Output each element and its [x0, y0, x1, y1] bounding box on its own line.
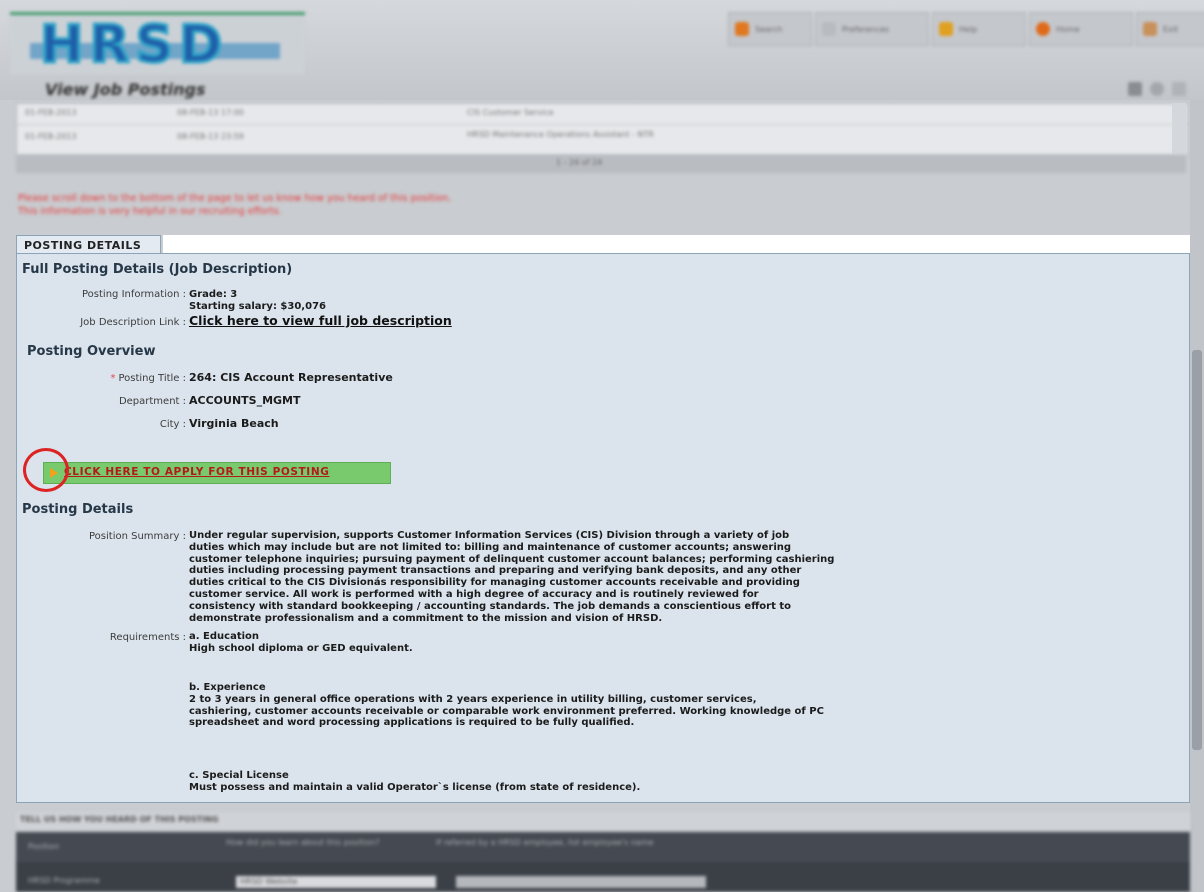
license-heading: c. Special License: [189, 770, 289, 781]
posting-details-panel: Full Posting Details (Job Description) P…: [16, 253, 1190, 803]
exit-icon: [1143, 22, 1157, 36]
summary-line: duties which may include but are not lim…: [189, 541, 792, 553]
source-panel: Position How did you learn about this po…: [16, 832, 1190, 892]
position-hint: How did you learn about this position?: [226, 838, 380, 847]
source-select[interactable]: HRSD Website: [236, 876, 436, 888]
summary-line: consistency with standard bookkeeping / …: [189, 600, 792, 612]
help-button[interactable]: Help: [932, 12, 1026, 46]
referral-input[interactable]: [456, 876, 706, 888]
summary-line: duties including processing payment tran…: [189, 565, 802, 577]
exit-label: Exit: [1163, 24, 1179, 34]
experience-line: 2 to 3 years in general office operation…: [189, 693, 757, 705]
city-label: City :: [159, 419, 186, 430]
summary-line: customer telephone inquiries; pursuing p…: [189, 553, 835, 565]
posting-date-cell: 01-FEB-2013: [25, 108, 77, 117]
position-note: If referred by a HRSD employee, list emp…: [436, 838, 654, 847]
grade-value: Grade: 3: [189, 289, 238, 300]
requirements-license: c. Special License Must possess and main…: [189, 770, 999, 794]
scroll-notice: Please scroll down to the bottom of the …: [18, 192, 451, 218]
hrsd-logo: HRSD: [10, 12, 305, 77]
closing-date-cell: 08-FEB-13 23:59: [177, 132, 244, 141]
search-label: Search: [755, 24, 783, 34]
highlight-circle: [23, 448, 69, 492]
notice-line-1: Please scroll down to the bottom of the …: [18, 193, 452, 204]
postings-grid: 01-FEB-2013 08-FEB-13 17:00 CIS Customer…: [16, 103, 1188, 157]
help-icon: [939, 22, 953, 36]
refresh-icon[interactable]: [1150, 82, 1164, 96]
posting-title-cell: CIS Customer Service: [467, 108, 554, 117]
table-row[interactable]: 01-FEB-2013 08-FEB-13 17:00 CIS Customer…: [17, 104, 1187, 125]
summary-line: Under regular supervision, supports Cust…: [189, 530, 790, 541]
summary-line: customer service. All work is performed …: [189, 588, 759, 600]
summary-line: demonstrate professionalism and a commit…: [189, 612, 663, 624]
education-text: High school diploma or GED equivalent.: [189, 642, 413, 654]
city-value: Virginia Beach: [189, 417, 279, 430]
top-toolbar: Search Preferences Help Home Exit: [728, 12, 1204, 46]
exit-button[interactable]: Exit: [1136, 12, 1204, 46]
table-row[interactable]: 01-FEB-2013 08-FEB-13 23:59 HRSD Mainten…: [17, 124, 1187, 155]
preferences-label: Preferences: [842, 24, 890, 34]
logo-text: HRSD: [38, 14, 229, 77]
position-summary-label: Position Summary :: [89, 531, 186, 542]
apply-button[interactable]: CLICK HERE TO APPLY FOR THIS POSTING: [43, 462, 391, 484]
print-icon[interactable]: [1128, 82, 1142, 96]
page-scroll-thumb[interactable]: [1192, 350, 1202, 750]
help-small-icon[interactable]: [1172, 82, 1186, 96]
tab-strip: [163, 235, 1190, 253]
license-text: Must possess and maintain a valid Operat…: [189, 781, 641, 793]
notice-line-2: This information is very helpful in our …: [18, 206, 282, 217]
job-description-link[interactable]: Click here to view full job description: [189, 314, 452, 327]
closing-date-cell: 08-FEB-13 17:00: [177, 108, 244, 117]
page-title: View Job Postings: [45, 80, 206, 99]
posting-title-label: * Posting Title :: [110, 373, 186, 384]
experience-line: cashiering, customer accounts receivable…: [189, 705, 824, 717]
page-actions: [1128, 82, 1186, 96]
help-label: Help: [959, 24, 978, 34]
pager-text[interactable]: 1 - 24 of 24: [556, 158, 602, 167]
search-button[interactable]: Search: [728, 12, 812, 46]
tab-posting-details[interactable]: POSTING DETAILS: [16, 235, 161, 253]
required-marker: *: [110, 373, 116, 384]
requirements-education: a. Education High school diploma or GED …: [189, 631, 999, 655]
department-value: ACCOUNTS_MGMT: [189, 394, 301, 407]
home-button[interactable]: Home: [1029, 12, 1133, 46]
posting-overview-title: Posting Overview: [27, 344, 156, 359]
source-header-row: Position How did you learn about this po…: [16, 832, 1190, 862]
salary-value: Starting salary: $30,076: [189, 301, 326, 312]
requirements-experience: b. Experience 2 to 3 years in general of…: [189, 682, 999, 729]
position-summary-text: Under regular supervision, supports Cust…: [189, 530, 999, 624]
posting-title-value: 264: CIS Account Representative: [189, 371, 393, 384]
preferences-button[interactable]: Preferences: [815, 12, 929, 46]
position-label: Position: [28, 842, 60, 851]
posting-title-cell: HRSD Maintenance Operations Assistant - …: [467, 130, 654, 139]
grid-scrollbar[interactable]: [1172, 103, 1186, 155]
home-icon: [1036, 22, 1050, 36]
posting-details-title: Posting Details: [22, 502, 134, 517]
posting-date-cell: 01-FEB-2013: [25, 132, 77, 141]
summary-line: duties critical to the CIS Divisionás re…: [189, 577, 800, 589]
source-select-value: HRSD Website: [240, 877, 298, 886]
full-posting-title: Full Posting Details (Job Description): [22, 262, 293, 277]
posting-information-label: Posting Information :: [82, 289, 186, 300]
department-label: Department :: [118, 396, 186, 407]
education-heading: a. Education: [189, 631, 260, 642]
home-label: Home: [1056, 24, 1080, 34]
experience-line: spreadsheet and word processing applicat…: [189, 717, 635, 729]
grid-pager: 1 - 24 of 24: [16, 155, 1186, 173]
apply-link[interactable]: CLICK HERE TO APPLY FOR THIS POSTING: [64, 466, 329, 478]
source-label: HRSD Programme: [28, 876, 100, 885]
requirements-label: Requirements :: [109, 632, 186, 643]
heard-of-posting-bar: TELL US HOW YOU HEARD OF THIS POSTING: [16, 812, 1190, 830]
app-header: HRSD View Job Postings Search Preference…: [0, 0, 1204, 100]
posting-title-label-text: Posting Title :: [118, 373, 186, 384]
preferences-icon: [822, 22, 836, 36]
heard-of-posting-title: TELL US HOW YOU HEARD OF THIS POSTING: [20, 815, 219, 824]
job-description-link-label: Job Description Link :: [80, 317, 186, 328]
search-icon: [735, 22, 749, 36]
experience-heading: b. Experience: [189, 682, 266, 693]
